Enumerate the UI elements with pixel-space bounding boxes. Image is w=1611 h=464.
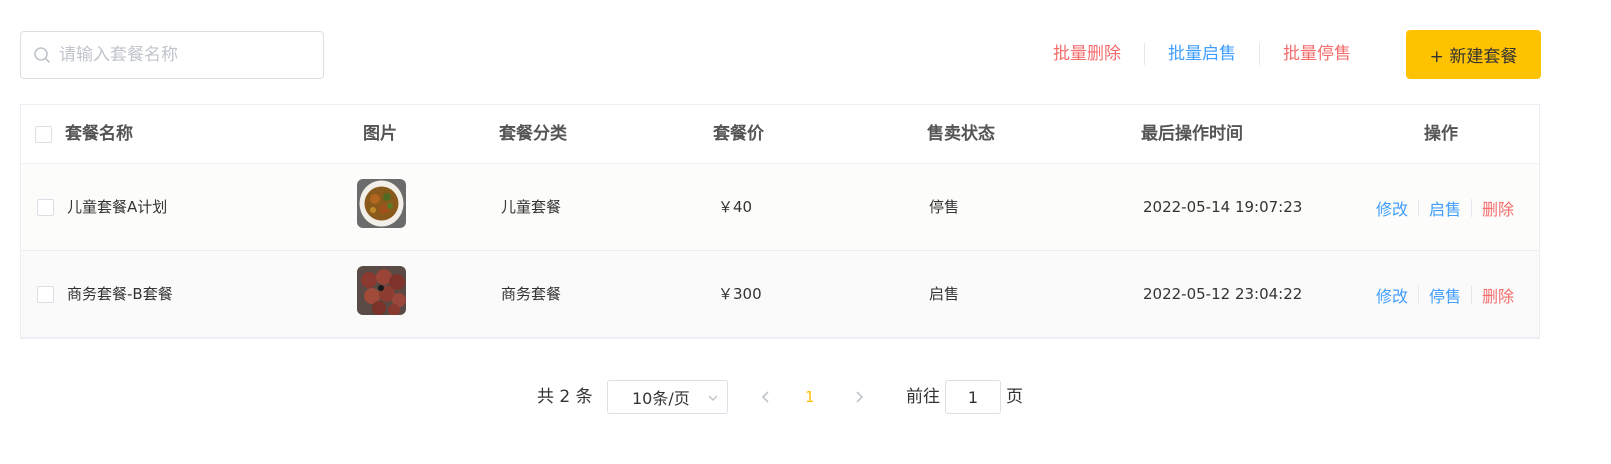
pagination-total: 共 2 条 <box>537 387 593 407</box>
page-number-current[interactable]: 1 <box>805 380 815 414</box>
delete-link[interactable]: 删除 <box>1472 196 1524 220</box>
edit-link[interactable]: 修改 <box>1366 196 1418 220</box>
combo-status: 启售 <box>929 285 960 303</box>
combo-status: 停售 <box>929 198 960 216</box>
column-header-image: 图片 <box>363 124 397 144</box>
page-suffix-label: 页 <box>1006 387 1023 407</box>
search-box[interactable] <box>20 31 324 79</box>
chevron-left-icon[interactable] <box>758 389 774 405</box>
combo-image <box>357 179 406 228</box>
column-header-category: 套餐分类 <box>499 124 567 144</box>
pagination: 共 2 条 10条/页 1 前往 页 <box>0 380 1611 414</box>
column-header-price: 套餐价 <box>713 124 764 144</box>
batch-actions: 批量删除 批量启售 批量停售 <box>1030 38 1374 70</box>
column-header-actions: 操作 <box>1424 124 1458 144</box>
combo-category: 儿童套餐 <box>501 198 562 216</box>
goto-page-input[interactable] <box>945 380 1001 414</box>
combo-price: ￥40 <box>718 198 753 216</box>
column-header-updated: 最后操作时间 <box>1141 124 1243 144</box>
add-combo-button[interactable]: + 新建套餐 <box>1406 30 1541 79</box>
batch-delete-link[interactable]: 批量删除 <box>1030 38 1144 70</box>
combo-updated-time: 2022-05-14 19:07:23 <box>1143 198 1303 216</box>
table-row: 儿童套餐A计划 儿童套餐 ￥40 停售 2022-05-14 19:07:23 … <box>21 164 1539 251</box>
combo-name: 商务套餐-B套餐 <box>67 285 173 303</box>
page-size-select[interactable]: 10条/页 <box>607 380 728 414</box>
delete-link[interactable]: 删除 <box>1472 283 1524 307</box>
search-input[interactable] <box>59 45 309 65</box>
edit-link[interactable]: 修改 <box>1366 283 1418 307</box>
table-header: 套餐名称 图片 套餐分类 套餐价 售卖状态 最后操作时间 操作 <box>21 105 1539 164</box>
combo-table: 套餐名称 图片 套餐分类 套餐价 售卖状态 最后操作时间 操作 儿童套餐A计划 … <box>20 104 1540 339</box>
enable-link[interactable]: 启售 <box>1419 196 1471 220</box>
select-all-checkbox[interactable] <box>35 126 52 143</box>
row-checkbox[interactable] <box>37 199 54 216</box>
chevron-right-icon[interactable] <box>851 389 867 405</box>
column-header-status: 售卖状态 <box>927 124 995 144</box>
row-actions: 修改 启售 删除 <box>1366 164 1524 251</box>
combo-image <box>357 266 406 315</box>
chevron-down-icon <box>708 395 718 401</box>
column-header-name: 套餐名称 <box>65 124 133 144</box>
page-size-value: 10条/页 <box>632 389 690 408</box>
combo-price: ￥300 <box>718 285 762 303</box>
goto-label: 前往 <box>906 387 940 407</box>
search-icon <box>34 47 51 64</box>
combo-name: 儿童套餐A计划 <box>67 198 168 216</box>
combo-category: 商务套餐 <box>501 285 562 303</box>
table-row: 商务套餐-B套餐 商务套餐 ￥300 启售 2022-05-12 23:04:2… <box>21 251 1539 338</box>
combo-updated-time: 2022-05-12 23:04:22 <box>1143 285 1303 303</box>
batch-enable-link[interactable]: 批量启售 <box>1145 38 1259 70</box>
row-checkbox[interactable] <box>37 286 54 303</box>
disable-link[interactable]: 停售 <box>1419 283 1471 307</box>
row-actions: 修改 停售 删除 <box>1366 251 1524 338</box>
batch-disable-link[interactable]: 批量停售 <box>1260 38 1374 70</box>
